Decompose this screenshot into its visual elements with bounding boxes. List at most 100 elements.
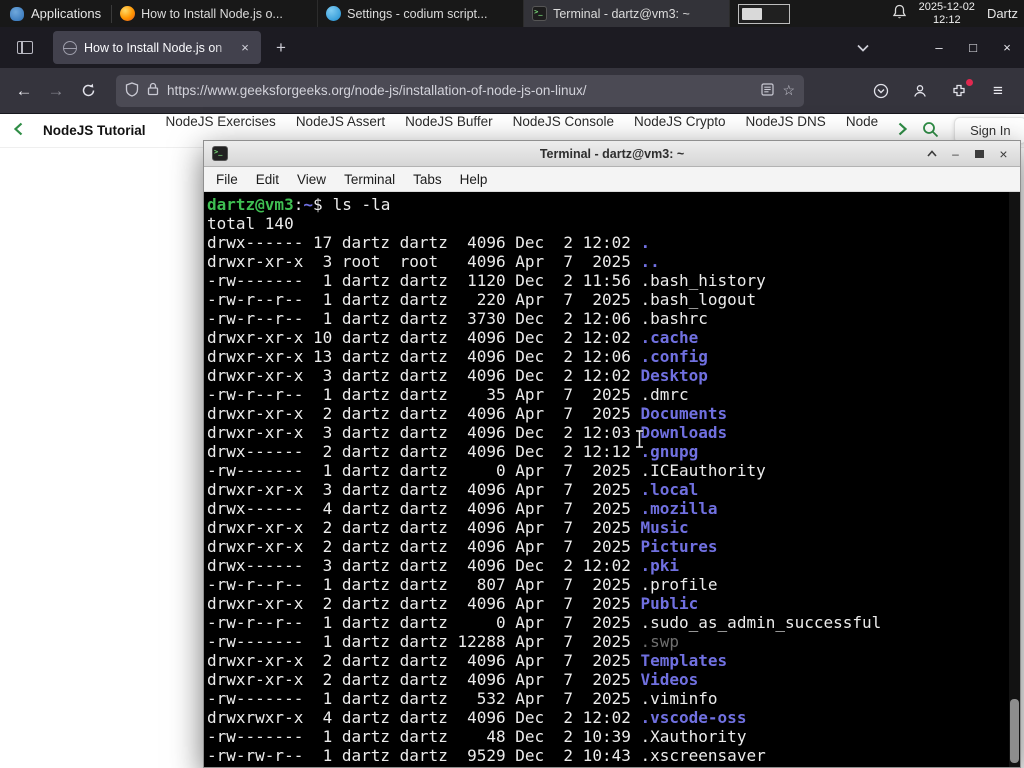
applications-icon	[10, 6, 24, 21]
terminal-menu-tabs[interactable]: Tabs	[404, 172, 451, 187]
terminal-listing-row: -rw-r--r-- 1 dartz dartz 0 Apr 7 2025 .s…	[207, 613, 1006, 632]
terminal-listing-row: -rw------- 1 dartz dartz 12288 Apr 7 202…	[207, 632, 1006, 651]
window-minimize-button[interactable]: –	[922, 27, 956, 68]
reader-view-icon[interactable]	[761, 82, 775, 99]
prompt-user: dartz@vm3	[207, 195, 294, 214]
listing-pre: drwxr-xr-x 2 dartz dartz 4096 Apr 7 2025	[207, 594, 641, 613]
notification-bell-icon[interactable]	[892, 4, 907, 23]
terminal-listing-row: -rw------- 1 dartz dartz 532 Apr 7 2025 …	[207, 689, 1006, 708]
url-text: https://www.geeksforgeeks.org/node-js/in…	[167, 83, 587, 98]
terminal-listing-row: drwxr-xr-x 2 dartz dartz 4096 Apr 7 2025…	[207, 651, 1006, 670]
url-bar[interactable]: https://www.geeksforgeeks.org/node-js/in…	[116, 74, 804, 107]
listing-name: .dmrc	[640, 385, 689, 404]
applications-menu-button[interactable]: Applications	[0, 0, 111, 27]
terminal-listing-row: drwxr-xr-x 2 dartz dartz 4096 Apr 7 2025…	[207, 537, 1006, 556]
listing-pre: drwx------ 2 dartz dartz 4096 Dec 2 12:1…	[207, 442, 641, 461]
firefox-view-button[interactable]	[9, 35, 41, 61]
terminal-listing-row: drwx------ 4 dartz dartz 4096 Apr 7 2025…	[207, 499, 1006, 518]
firefox-icon	[120, 6, 136, 21]
listing-pre: -rw-r--r-- 1 dartz dartz 220 Apr 7 2025	[207, 290, 641, 309]
terminal-maximize-button[interactable]	[970, 144, 989, 163]
listing-pre: -rw-r--r-- 1 dartz dartz 0 Apr 7 2025	[207, 613, 641, 632]
back-button[interactable]: ←	[8, 76, 40, 106]
listing-pre: drwx------ 3 dartz dartz 4096 Dec 2 12:0…	[207, 556, 641, 575]
terminal-listing-row: -rw-r--r-- 1 dartz dartz 3730 Dec 2 12:0…	[207, 309, 1006, 328]
search-icon[interactable]	[922, 121, 939, 141]
listing-pre: drwxr-xr-x 2 dartz dartz 4096 Apr 7 2025	[207, 537, 641, 556]
listing-name: Public	[640, 594, 699, 613]
terminal-listing-row: -rw-r--r-- 1 dartz dartz 35 Apr 7 2025 .…	[207, 385, 1006, 404]
taskbar-date: 2025-12-02	[918, 1, 975, 13]
extensions-icon[interactable]	[943, 76, 975, 106]
listing-pre: drwxr-xr-x 3 dartz dartz 4096 Dec 2 12:0…	[207, 423, 641, 442]
listing-pre: drwxr-xr-x 2 dartz dartz 4096 Apr 7 2025	[207, 651, 641, 670]
listing-name: Downloads	[640, 423, 728, 442]
listing-name: .config	[640, 347, 708, 366]
tab-title: How to Install Node.js on	[84, 40, 235, 55]
listing-name: .bash_history	[640, 271, 766, 290]
listing-pre: drwxrwxr-x 4 dartz dartz 4096 Dec 2 12:0…	[207, 708, 641, 727]
window-close-button[interactable]: ×	[990, 27, 1024, 68]
terminal-listing-row: drwxr-xr-x 2 dartz dartz 4096 Apr 7 2025…	[207, 594, 1006, 613]
listing-name: Videos	[640, 670, 699, 689]
taskbar-window-label: Settings - codium script...	[347, 6, 488, 21]
terminal-listing-row: -rw-r--r-- 1 dartz dartz 220 Apr 7 2025 …	[207, 290, 1006, 309]
terminal-menu-terminal[interactable]: Terminal	[335, 172, 404, 187]
account-icon[interactable]	[904, 76, 936, 106]
listing-pre: -rw-r--r-- 1 dartz dartz 807 Apr 7 2025	[207, 575, 641, 594]
pocket-icon[interactable]	[865, 76, 897, 106]
terminal-minimize-button[interactable]: –	[946, 144, 965, 163]
terminal-total-line: total 140	[207, 214, 294, 233]
terminal-listing-row: -rw-r--r-- 1 dartz dartz 807 Apr 7 2025 …	[207, 575, 1006, 594]
taskbar-user[interactable]: Dartz	[987, 6, 1020, 21]
listing-name: .vscode-oss	[640, 708, 747, 727]
site-nav-chevron-right-icon[interactable]	[898, 122, 908, 139]
taskbar-window-codium[interactable]: Settings - codium script...	[318, 0, 525, 27]
browser-tab-active[interactable]: How to Install Node.js on ×	[53, 31, 261, 64]
terminal-listing-row: -rw-rw-r-- 1 dartz dartz 9529 Dec 2 10:4…	[207, 746, 1006, 765]
terminal-screen[interactable]: dartz@vm3:~$ ls -la total 140 drwx------ …	[204, 192, 1020, 767]
listing-name: .	[640, 233, 651, 252]
terminal-shade-button[interactable]	[922, 144, 941, 163]
listing-name: .viminfo	[640, 689, 718, 708]
taskbar-window-terminal[interactable]: Terminal - dartz@vm3: ~	[524, 0, 731, 27]
terminal-window-controls: – ×	[922, 144, 1020, 163]
terminal-listing-row: drwx------ 2 dartz dartz 4096 Dec 2 12:1…	[207, 442, 1006, 461]
reload-button[interactable]	[72, 76, 104, 106]
terminal-scrollbar[interactable]	[1009, 192, 1020, 767]
workspace-switcher[interactable]	[738, 3, 791, 24]
site-security-lock-icon[interactable]	[147, 82, 159, 99]
listing-name: .bash_logout	[640, 290, 757, 309]
terminal-close-button[interactable]: ×	[994, 144, 1013, 163]
site-nav-chevron-left-icon[interactable]	[13, 122, 23, 139]
terminal-prompt-line: dartz@vm3:~$ ls -la	[207, 195, 1006, 214]
taskbar-window-firefox[interactable]: How to Install Node.js o...	[112, 0, 319, 27]
site-nav-active-item[interactable]: NodeJS Tutorial	[43, 123, 146, 138]
window-maximize-button[interactable]: □	[956, 27, 990, 68]
terminal-command: ls -la	[332, 195, 391, 214]
list-all-tabs-button[interactable]	[848, 34, 878, 62]
terminal-scrollbar-thumb[interactable]	[1010, 699, 1019, 763]
terminal-menu-edit[interactable]: Edit	[247, 172, 288, 187]
codium-icon	[326, 6, 342, 21]
tracking-protection-shield-icon[interactable]	[125, 81, 139, 100]
terminal-title: Terminal - dartz@vm3: ~	[539, 146, 685, 161]
terminal-menu-file[interactable]: File	[207, 172, 247, 187]
terminal-titlebar[interactable]: Terminal - dartz@vm3: ~ – ×	[204, 141, 1020, 167]
listing-name: .sudo_as_admin_successful	[640, 613, 882, 632]
terminal-menu-help[interactable]: Help	[451, 172, 497, 187]
forward-button[interactable]: →	[40, 76, 72, 106]
listing-pre: -rw------- 1 dartz dartz 1120 Dec 2 11:5…	[207, 271, 641, 290]
tab-close-icon[interactable]: ×	[235, 38, 255, 58]
terminal-menu-view[interactable]: View	[288, 172, 335, 187]
listing-pre: -rw------- 1 dartz dartz 48 Dec 2 10:39	[207, 727, 641, 746]
listing-pre: drwxr-xr-x 3 root root 4096 Apr 7 2025	[207, 252, 641, 271]
new-tab-button[interactable]: +	[267, 34, 295, 62]
terminal-listing-row: drwxr-xr-x 13 dartz dartz 4096 Dec 2 12:…	[207, 347, 1006, 366]
taskbar-clock[interactable]: 2025-12-02 12:12	[919, 1, 975, 26]
terminal-listing-row: drwxr-xr-x 2 dartz dartz 4096 Apr 7 2025…	[207, 518, 1006, 537]
terminal-listing-row: -rw------- 1 dartz dartz 0 Apr 7 2025 .I…	[207, 461, 1006, 480]
menu-icon[interactable]: ≡	[982, 76, 1014, 106]
bookmark-star-icon[interactable]: ☆	[782, 82, 795, 99]
terminal-menubar: File Edit View Terminal Tabs Help	[204, 167, 1020, 192]
